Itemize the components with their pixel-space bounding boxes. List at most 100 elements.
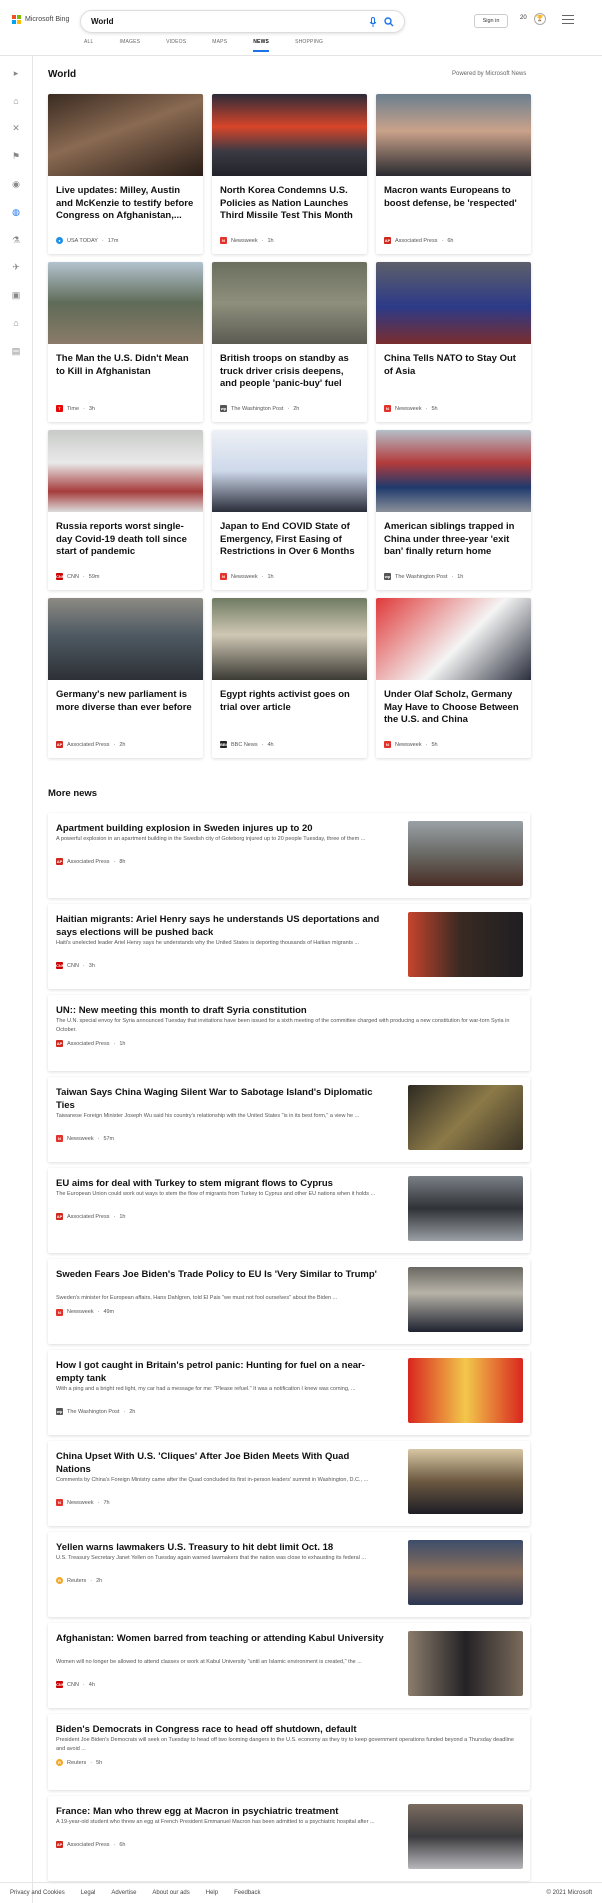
home-icon[interactable]: ⌂ (10, 95, 22, 107)
politics-icon[interactable]: ⌂ (10, 317, 22, 329)
news-card-image[interactable] (48, 430, 203, 512)
microphone-icon[interactable] (368, 16, 378, 27)
more-news-item[interactable]: EU aims for deal with Turkey to stem mig… (48, 1168, 530, 1253)
technology-icon[interactable]: ✈ (10, 261, 22, 273)
news-card[interactable]: American siblings trapped in China under… (376, 430, 531, 590)
bing-logo[interactable]: Microsoft Bing (12, 15, 69, 24)
news-card-image[interactable] (48, 94, 203, 176)
news-card-title[interactable]: Under Olaf Scholz, Germany May Have to C… (384, 689, 524, 727)
news-card-title[interactable]: Japan to End COVID State of Emergency, F… (220, 521, 360, 559)
news-card[interactable]: The Man the U.S. Didn't Mean to Kill in … (48, 262, 203, 422)
footer-link[interactable]: About our ads (152, 1890, 189, 1896)
business-icon[interactable]: ▤ (10, 345, 22, 357)
more-news-thumbnail[interactable] (408, 1804, 523, 1869)
science-icon[interactable]: ⚗ (10, 234, 22, 246)
rewards-icon[interactable]: 🏆 (534, 13, 546, 25)
news-card-image[interactable] (376, 94, 531, 176)
more-news-item[interactable]: Afghanistan: Women barred from teaching … (48, 1623, 530, 1708)
news-card[interactable]: British troops on standby as truck drive… (212, 262, 367, 422)
more-news-title[interactable]: China Upset With U.S. 'Cliques' After Jo… (56, 1450, 386, 1476)
news-card-title[interactable]: Egypt rights activist goes on trial over… (220, 689, 360, 714)
more-news-item[interactable]: France: Man who threw egg at Macron in p… (48, 1796, 530, 1881)
more-news-thumbnail[interactable] (408, 1449, 523, 1514)
rewards-points[interactable]: 20 (520, 15, 527, 21)
more-news-title[interactable]: France: Man who threw egg at Macron in p… (56, 1805, 386, 1818)
sign-in-button[interactable]: Sign in (474, 14, 508, 28)
news-card-title[interactable]: Germany's new parliament is more diverse… (56, 689, 196, 714)
more-news-title[interactable]: Yellen warns lawmakers U.S. Treasury to … (56, 1541, 386, 1554)
footer-link[interactable]: Advertise (111, 1890, 136, 1896)
more-news-item[interactable]: Sweden Fears Joe Biden's Trade Policy to… (48, 1259, 530, 1344)
more-news-thumbnail[interactable] (408, 1085, 523, 1150)
search-box[interactable]: World (80, 10, 405, 33)
news-card-image[interactable] (376, 262, 531, 344)
more-news-thumbnail[interactable] (408, 912, 523, 977)
sports-icon[interactable]: ✕ (10, 122, 22, 134)
footer-link[interactable]: Legal (81, 1890, 96, 1896)
more-news-title[interactable]: Taiwan Says China Waging Silent War to S… (56, 1086, 386, 1112)
world-icon[interactable]: ◍ (10, 206, 22, 218)
tab-all[interactable]: ALL (84, 39, 94, 52)
news-card[interactable]: Germany's new parliament is more diverse… (48, 598, 203, 758)
hamburger-menu-icon[interactable] (562, 15, 574, 24)
news-card-image[interactable] (212, 262, 367, 344)
news-card-image[interactable] (48, 262, 203, 344)
tab-videos[interactable]: VIDEOS (166, 39, 186, 52)
news-card-image[interactable] (212, 94, 367, 176)
more-news-title[interactable]: Apartment building explosion in Sweden i… (56, 822, 386, 835)
news-card[interactable]: North Korea Condemns U.S. Policies as Na… (212, 94, 367, 254)
more-news-item[interactable]: Apartment building explosion in Sweden i… (48, 813, 530, 898)
news-card-title[interactable]: American siblings trapped in China under… (384, 521, 524, 559)
tab-images[interactable]: IMAGES (120, 39, 141, 52)
news-card-title[interactable]: Russia reports worst single-day Covid-19… (56, 521, 196, 559)
news-card-image[interactable] (212, 430, 367, 512)
search-input[interactable]: World (91, 17, 368, 26)
news-card-image[interactable] (376, 598, 531, 680)
news-card-title[interactable]: Live updates: Milley, Austin and McKenzi… (56, 185, 196, 223)
more-news-item[interactable]: Biden's Democrats in Congress race to he… (48, 1714, 530, 1790)
more-news-thumbnail[interactable] (408, 821, 523, 886)
more-news-item[interactable]: Haitian migrants: Ariel Henry says he un… (48, 904, 530, 989)
more-news-thumbnail[interactable] (408, 1176, 523, 1241)
news-card-title[interactable]: British troops on standby as truck drive… (220, 353, 360, 391)
news-card[interactable]: Live updates: Milley, Austin and McKenzi… (48, 94, 203, 254)
more-news-thumbnail[interactable] (408, 1358, 523, 1423)
expand-icon[interactable]: ▸ (10, 67, 22, 79)
news-card-image[interactable] (48, 598, 203, 680)
news-card-image[interactable] (212, 598, 367, 680)
location-icon[interactable]: ◉ (10, 178, 22, 190)
more-news-title[interactable]: How I got caught in Britain's petrol pan… (56, 1359, 386, 1385)
more-news-thumbnail[interactable] (408, 1631, 523, 1696)
more-news-title[interactable]: Sweden Fears Joe Biden's Trade Policy to… (56, 1268, 386, 1281)
news-card[interactable]: Egypt rights activist goes on trial over… (212, 598, 367, 758)
more-news-item[interactable]: Yellen warns lawmakers U.S. Treasury to … (48, 1532, 530, 1617)
search-icon[interactable] (384, 16, 394, 27)
more-news-title[interactable]: Afghanistan: Women barred from teaching … (56, 1632, 386, 1645)
news-card[interactable]: China Tells NATO to Stay Out of Asia N New… (376, 262, 531, 422)
news-card-title[interactable]: The Man the U.S. Didn't Mean to Kill in … (56, 353, 196, 378)
news-card[interactable]: Japan to End COVID State of Emergency, F… (212, 430, 367, 590)
more-news-title[interactable]: EU aims for deal with Turkey to stem mig… (56, 1177, 386, 1190)
tab-news[interactable]: NEWS (253, 39, 270, 52)
tab-maps[interactable]: MAPS (212, 39, 227, 52)
news-card-title[interactable]: China Tells NATO to Stay Out of Asia (384, 353, 524, 378)
news-card[interactable]: Under Olaf Scholz, Germany May Have to C… (376, 598, 531, 758)
more-news-item[interactable]: UN:: New meeting this month to draft Syr… (48, 995, 530, 1071)
tab-shopping[interactable]: SHOPPING (295, 39, 323, 52)
more-news-title[interactable]: UN:: New meeting this month to draft Syr… (56, 1004, 516, 1017)
footer-link[interactable]: Help (206, 1890, 218, 1896)
more-news-item[interactable]: China Upset With U.S. 'Cliques' After Jo… (48, 1441, 530, 1526)
more-news-title[interactable]: Haitian migrants: Ariel Henry says he un… (56, 913, 386, 939)
more-news-thumbnail[interactable] (408, 1267, 523, 1332)
footer-link[interactable]: Feedback (234, 1890, 260, 1896)
more-news-title[interactable]: Biden's Democrats in Congress race to he… (56, 1723, 516, 1736)
more-news-thumbnail[interactable] (408, 1540, 523, 1605)
news-card[interactable]: Russia reports worst single-day Covid-19… (48, 430, 203, 590)
more-news-item[interactable]: How I got caught in Britain's petrol pan… (48, 1350, 530, 1435)
more-news-item[interactable]: Taiwan Says China Waging Silent War to S… (48, 1077, 530, 1162)
news-card-title[interactable]: North Korea Condemns U.S. Policies as Na… (220, 185, 360, 223)
news-card-title[interactable]: Macron wants Europeans to boost defense,… (384, 185, 524, 210)
news-card-image[interactable] (376, 430, 531, 512)
flag-icon[interactable]: ⚑ (10, 150, 22, 162)
news-card[interactable]: Macron wants Europeans to boost defense,… (376, 94, 531, 254)
